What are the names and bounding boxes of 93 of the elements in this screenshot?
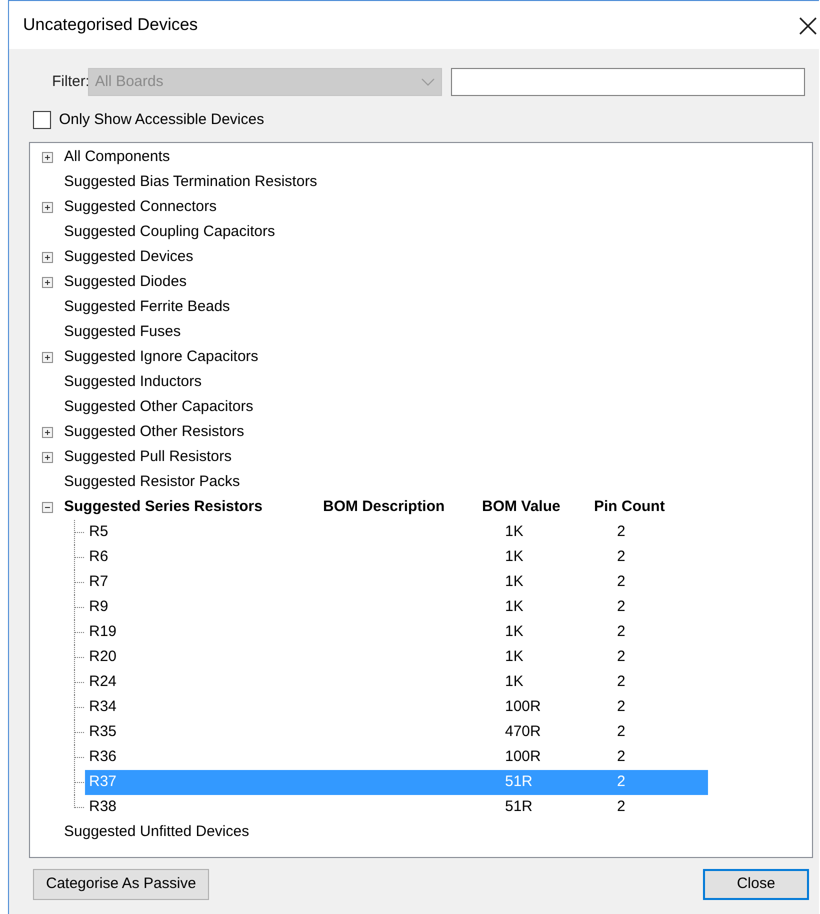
- device-name: R35: [88, 722, 118, 742]
- pin-count: 2: [617, 597, 626, 618]
- tree-item[interactable]: Suggested Bias Termination Resistors: [64, 171, 318, 194]
- close-button[interactable]: [797, 15, 819, 37]
- tree-item[interactable]: Suggested Inductors: [64, 371, 202, 394]
- device-name: R20: [88, 647, 118, 668]
- expand-icon[interactable]: [42, 202, 53, 213]
- pin-count: 2: [617, 772, 626, 792]
- device-name: R9: [88, 597, 110, 618]
- collapse-icon[interactable]: [42, 502, 53, 513]
- device-name: R37: [88, 772, 118, 792]
- expand-icon[interactable]: [42, 152, 53, 163]
- tree-item[interactable]: Suggested Pull Resistors: [64, 446, 232, 469]
- tree-item[interactable]: Suggested Unfitted Devices: [64, 821, 250, 844]
- bom-value: 470R: [505, 722, 542, 742]
- device-name: R7: [88, 572, 110, 592]
- tree-item[interactable]: Suggested Devices: [64, 246, 194, 269]
- tree-row[interactable]: R6 1K 2: [85, 545, 708, 570]
- expand-icon[interactable]: [42, 427, 53, 438]
- column-header[interactable]: BOM Value: [482, 496, 594, 519]
- bom-value: 1K: [505, 597, 524, 618]
- tree-item[interactable]: Suggested Coupling Capacitors: [64, 221, 275, 244]
- tree-row[interactable]: R9 1K 2: [85, 595, 708, 620]
- expand-icon[interactable]: [42, 252, 53, 263]
- device-name: R5: [88, 522, 110, 542]
- tree-line: [74, 670, 85, 695]
- bom-value: 1K: [505, 647, 524, 668]
- bom-value: 1K: [505, 622, 524, 642]
- device-name: R34: [88, 697, 118, 718]
- bom-value: 100R: [505, 697, 542, 718]
- tree-item[interactable]: All Components: [64, 146, 170, 169]
- tree-item[interactable]: Suggested Diodes: [64, 271, 187, 294]
- close-icon: [797, 15, 819, 37]
- pin-count: 2: [617, 697, 626, 718]
- checkbox-label[interactable]: Only Show Accessible Devices: [59, 108, 264, 132]
- tree-line: [74, 645, 85, 670]
- device-name: R36: [88, 747, 118, 768]
- tree-row[interactable]: R7 1K 2: [85, 570, 708, 595]
- column-header[interactable]: BOM Description: [323, 496, 482, 519]
- bom-value: 1K: [505, 672, 524, 692]
- tree-line: [74, 720, 85, 745]
- tree-group-header[interactable]: Suggested Series Resistors: [64, 496, 323, 519]
- expand-icon[interactable]: [42, 277, 53, 288]
- device-name: R38: [88, 797, 118, 818]
- tree-row[interactable]: R24 1K 2: [85, 670, 708, 695]
- device-name: R24: [88, 672, 118, 692]
- tree-row[interactable]: R38 51R 2: [85, 795, 708, 820]
- tree-item[interactable]: Suggested Other Resistors: [64, 421, 244, 444]
- tree-line: [74, 545, 85, 570]
- bom-value: 51R: [505, 797, 534, 818]
- tree-row[interactable]: R5 1K 2: [85, 520, 708, 545]
- pin-count: 2: [617, 547, 626, 568]
- tree-line: [74, 695, 85, 720]
- filter-label: Filter:: [52, 72, 88, 92]
- tree-item[interactable]: Suggested Resistor Packs: [64, 471, 240, 494]
- tree-item[interactable]: Suggested Ignore Capacitors: [64, 346, 258, 369]
- checkbox[interactable]: [33, 111, 51, 129]
- filter-field[interactable]: [451, 68, 805, 96]
- pin-count: 2: [617, 747, 626, 768]
- bom-value: 1K: [505, 572, 524, 592]
- tree-item[interactable]: Suggested Other Capacitors: [64, 396, 254, 419]
- dialog-button[interactable]: Categorise As Passive: [33, 869, 210, 900]
- tree-row[interactable]: R20 1K 2: [85, 645, 708, 670]
- tree-row[interactable]: R19 1K 2: [85, 620, 708, 645]
- tree-line: [74, 745, 85, 770]
- column-header[interactable]: Pin Count: [594, 496, 665, 519]
- pin-count: 2: [617, 572, 626, 592]
- bom-value: 1K: [505, 522, 524, 542]
- pin-count: 2: [617, 647, 626, 668]
- tree-item[interactable]: Suggested Ferrite Beads: [64, 296, 230, 319]
- expand-icon[interactable]: [42, 452, 53, 463]
- tree-line: [74, 595, 85, 620]
- pin-count: 2: [617, 622, 626, 642]
- bom-value: 51R: [505, 772, 534, 792]
- tree-line: [74, 570, 85, 595]
- tree-item[interactable]: Suggested Connectors: [64, 196, 217, 219]
- tree-row[interactable]: R34 100R 2: [85, 695, 708, 720]
- pin-count: 2: [617, 672, 626, 692]
- window-title: Uncategorised Devices: [23, 14, 198, 36]
- bom-value: 1K: [505, 547, 524, 568]
- device-name: R6: [88, 547, 110, 568]
- tree-line: [74, 520, 85, 545]
- device-name: R19: [88, 622, 118, 642]
- tree-item[interactable]: Suggested Fuses: [64, 321, 181, 344]
- bom-value: 100R: [505, 747, 542, 768]
- pin-count: 2: [617, 722, 626, 742]
- tree-row[interactable]: R36 100R 2: [85, 745, 708, 770]
- tree-line: [74, 620, 85, 645]
- expand-icon[interactable]: [42, 352, 53, 363]
- pin-count: 2: [617, 522, 626, 542]
- pin-count: 2: [617, 797, 626, 818]
- tree-row[interactable]: R35 470R 2: [85, 720, 708, 745]
- dialog-button[interactable]: Close: [703, 869, 809, 900]
